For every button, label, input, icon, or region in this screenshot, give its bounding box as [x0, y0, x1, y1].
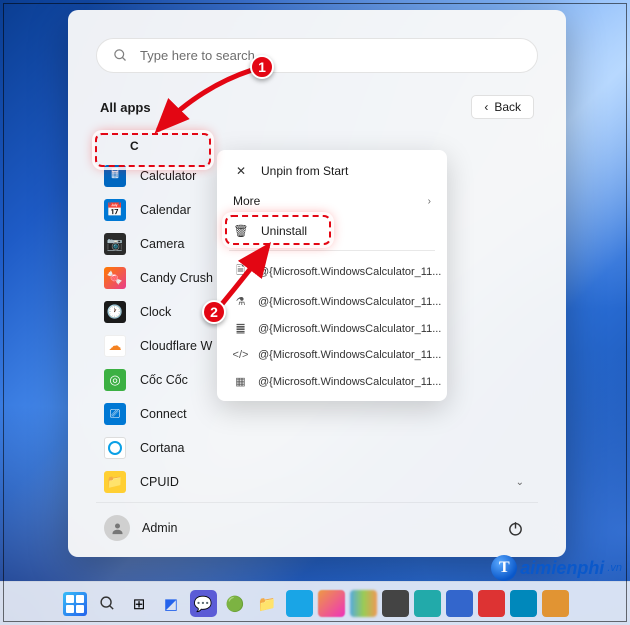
back-button[interactable]: ‹ Back	[471, 95, 534, 119]
cloudflare-icon: ☁	[104, 335, 126, 357]
taskbar-app-button[interactable]	[286, 590, 313, 617]
user-account-button[interactable]: Admin	[104, 515, 177, 541]
start-footer: Admin	[96, 502, 538, 543]
unpin-icon: ✕	[233, 164, 249, 178]
app-label: Camera	[140, 237, 184, 251]
watermark-badge: T	[491, 555, 517, 581]
app-item-cpuid[interactable]: 📁 CPUID ⌄	[98, 465, 538, 498]
taskbar-app-button[interactable]	[318, 590, 345, 617]
avatar-icon	[104, 515, 130, 541]
search-box[interactable]: Type here to search	[96, 38, 538, 73]
all-apps-title: All apps	[100, 100, 151, 115]
context-related-item[interactable]: ䷀@{Microsoft.WindowsCalculator_11...	[223, 315, 441, 342]
coccoc-icon: ◎	[104, 369, 126, 391]
app-label: Calculator	[140, 169, 196, 183]
app-label: Cốc Cốc	[140, 373, 188, 387]
taskbar-app-button[interactable]	[446, 590, 473, 617]
taskbar-app-button[interactable]	[510, 590, 537, 617]
taskbar-app-button[interactable]	[414, 590, 441, 617]
app-label: Connect	[140, 407, 187, 421]
context-related-item[interactable]: ▦@{Microsoft.WindowsCalculator_11...	[223, 368, 441, 395]
context-unpin[interactable]: ✕ Unpin from Start	[223, 156, 441, 186]
apps-header-row: All apps ‹ Back	[100, 95, 534, 119]
context-related-item[interactable]: ⚗@{Microsoft.WindowsCalculator_11...	[223, 288, 441, 315]
cortana-icon	[104, 437, 126, 459]
power-icon	[507, 520, 524, 537]
taskbar-explorer-button[interactable]: 📁	[254, 590, 281, 617]
annotation-callout-1: 1	[250, 55, 274, 79]
context-more[interactable]: More ›	[223, 186, 441, 216]
taskbar-app-button[interactable]	[542, 590, 569, 617]
app-label: Cortana	[140, 441, 184, 455]
camera-icon: 📷	[104, 233, 126, 255]
app-label: Calendar	[140, 203, 191, 217]
taskbar-widgets-button[interactable]: ◩	[158, 590, 185, 617]
chevron-right-icon: ›	[428, 196, 431, 207]
date-icon: ▦	[233, 375, 248, 388]
taskbar-app-button[interactable]	[350, 590, 377, 617]
context-related-item[interactable]: 🗎@{Microsoft.WindowsCalculator_11...	[223, 255, 441, 288]
taskbar-chrome-button[interactable]: 🟢	[222, 590, 249, 617]
taskbar-app-button[interactable]	[382, 590, 409, 617]
document-icon: 🗎	[233, 262, 248, 281]
app-item-connect[interactable]: ⎚ Connect	[98, 397, 538, 431]
taskbar-search-button[interactable]	[94, 590, 121, 617]
context-related-item[interactable]: </>@{Microsoft.WindowsCalculator_11...	[223, 342, 441, 368]
context-label: Uninstall	[261, 224, 307, 238]
search-icon	[113, 48, 128, 63]
power-button[interactable]	[500, 513, 530, 543]
annotation-callout-2: 2	[202, 300, 226, 324]
context-label: More	[233, 194, 260, 208]
search-placeholder: Type here to search	[140, 48, 255, 63]
user-name: Admin	[142, 521, 177, 535]
taskbar-taskview-button[interactable]: ⊞	[126, 590, 153, 617]
taskbar-app-button[interactable]	[478, 590, 505, 617]
context-label: Unpin from Start	[261, 164, 348, 178]
folder-icon: 📁	[104, 471, 126, 493]
app-label: Clock	[140, 305, 171, 319]
context-uninstall[interactable]: 🗑 Uninstall	[223, 216, 441, 246]
graph-icon: ䷀	[233, 322, 248, 335]
back-label: Back	[494, 100, 521, 114]
watermark: T aimienphi.vn	[491, 555, 622, 581]
code-icon: </>	[233, 349, 248, 361]
taskbar-chat-button[interactable]: 💬	[190, 590, 217, 617]
taskbar: ⊞ ◩ 💬 🟢 📁	[0, 581, 630, 625]
calendar-icon: 📅	[104, 199, 126, 221]
flask-icon: ⚗	[233, 295, 248, 308]
chevron-left-icon: ‹	[484, 100, 488, 114]
app-label: CPUID	[140, 475, 179, 489]
clock-icon: 🕐	[104, 301, 126, 323]
app-label: Cloudflare W	[140, 339, 212, 353]
app-item-cortana[interactable]: Cortana	[98, 431, 538, 465]
candy-crush-icon: 🍬	[104, 267, 126, 289]
calculator-icon: 🖩	[104, 165, 126, 187]
chevron-down-icon: ⌄	[516, 477, 524, 488]
context-separator	[229, 250, 435, 251]
context-menu: ✕ Unpin from Start More › 🗑 Uninstall 🗎@…	[217, 150, 447, 401]
taskbar-start-button[interactable]	[62, 590, 89, 617]
trash-icon: 🗑	[233, 224, 249, 238]
connect-icon: ⎚	[104, 403, 126, 425]
